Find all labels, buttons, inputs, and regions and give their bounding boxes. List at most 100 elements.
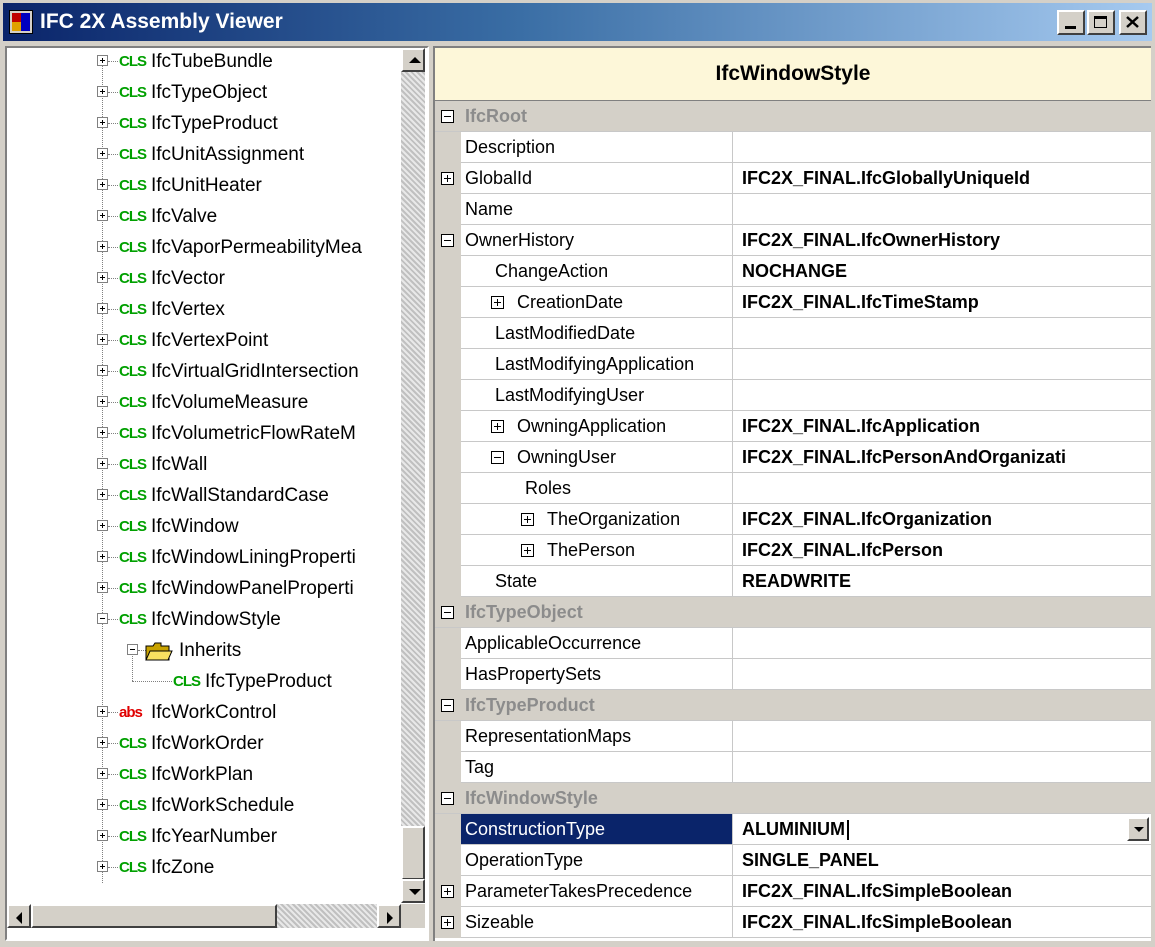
class-tree[interactable]: CLS IfcTubeBundle CLS IfcTypeObject CLS IfcTy… [5, 46, 429, 941]
scroll-thumb[interactable] [401, 826, 425, 880]
property-row[interactable]: OwningUser IFC2X_FINAL.IfcPersonAndOrgani… [435, 442, 1151, 473]
tree-item[interactable]: CLS IfcWorkPlan [7, 759, 401, 790]
tree-item[interactable]: CLS IfcZone [7, 852, 401, 883]
tree-item[interactable]: CLS IfcTypeObject [7, 77, 401, 108]
title-bar[interactable]: IFC 2X Assembly Viewer [3, 3, 1152, 41]
expand-icon[interactable] [97, 458, 108, 469]
property-row[interactable]: Name [435, 194, 1151, 225]
expand-icon[interactable] [97, 148, 108, 159]
tree-item[interactable]: CLS IfcValve [7, 201, 401, 232]
expand-icon[interactable] [97, 830, 108, 841]
expand-icon[interactable] [97, 861, 108, 872]
expand-icon[interactable] [97, 55, 108, 66]
dropdown-button[interactable] [1127, 817, 1149, 841]
property-row[interactable]: OperationType SINGLE_PANEL [435, 845, 1151, 876]
expand-icon[interactable] [97, 768, 108, 779]
property-category[interactable]: IfcTypeObject [435, 597, 1151, 628]
tree-item[interactable]: CLS IfcWindow [7, 511, 401, 542]
expand-icon[interactable] [97, 799, 108, 810]
property-row[interactable]: Tag [435, 752, 1151, 783]
collapse-icon[interactable] [441, 234, 454, 247]
property-row[interactable]: LastModifiedDate [435, 318, 1151, 349]
tree-item[interactable]: CLS IfcWorkSchedule [7, 790, 401, 821]
tree-item[interactable]: CLS IfcTubeBundle [7, 48, 401, 77]
tree-item[interactable]: CLS IfcYearNumber [7, 821, 401, 852]
expand-icon[interactable] [441, 885, 454, 898]
property-row[interactable]: Description [435, 132, 1151, 163]
expand-icon[interactable] [97, 117, 108, 128]
tree-item[interactable]: CLS IfcUnitAssignment [7, 139, 401, 170]
tree-item[interactable]: Inherits [7, 635, 401, 666]
tree-item[interactable]: CLS IfcTypeProduct [7, 654, 401, 697]
property-value[interactable]: ALUMINIUM [734, 814, 1151, 844]
collapse-icon[interactable] [441, 110, 454, 123]
tree-item[interactable]: CLS IfcTypeProduct [7, 108, 401, 139]
expand-icon[interactable] [97, 179, 108, 190]
collapse-icon[interactable] [441, 699, 454, 712]
expand-icon[interactable] [97, 303, 108, 314]
tree-item[interactable]: abs IfcWorkControl [7, 697, 401, 728]
collapse-icon[interactable] [441, 606, 454, 619]
tree-item[interactable]: CLS IfcWindowPanelProperti [7, 573, 401, 604]
expand-icon[interactable] [97, 737, 108, 748]
property-row[interactable]: TheOrganization IFC2X_FINAL.IfcOrganizati… [435, 504, 1151, 535]
expand-icon[interactable] [97, 365, 108, 376]
tree-item[interactable]: CLS IfcVertex [7, 294, 401, 325]
tree-horizontal-scrollbar[interactable] [7, 904, 401, 928]
expand-icon[interactable] [97, 551, 108, 562]
tree-item[interactable]: CLS IfcVirtualGridIntersection [7, 356, 401, 387]
expand-icon[interactable] [97, 706, 108, 717]
property-row[interactable]: CreationDate IFC2X_FINAL.IfcTimeStamp [435, 287, 1151, 318]
close-button[interactable] [1119, 10, 1147, 35]
property-row[interactable]: Sizeable IFC2X_FINAL.IfcSimpleBoolean [435, 907, 1151, 938]
collapse-icon[interactable] [491, 451, 504, 464]
property-row[interactable]: HasPropertySets [435, 659, 1151, 690]
expand-icon[interactable] [97, 520, 108, 531]
expand-icon[interactable] [441, 172, 454, 185]
minimize-button[interactable] [1057, 10, 1085, 35]
property-row[interactable]: Roles [435, 473, 1151, 504]
tree-item[interactable]: CLS IfcWindowStyle [7, 604, 401, 635]
expand-icon[interactable] [97, 396, 108, 407]
property-row[interactable]: RepresentationMaps [435, 721, 1151, 752]
tree-item[interactable]: CLS IfcVertexPoint [7, 325, 401, 356]
expand-icon[interactable] [97, 241, 108, 252]
tree-item[interactable]: CLS IfcVolumeMeasure [7, 387, 401, 418]
expand-icon[interactable] [521, 513, 534, 526]
expand-icon[interactable] [97, 582, 108, 593]
expand-icon[interactable] [491, 296, 504, 309]
property-row[interactable]: State READWRITE [435, 566, 1151, 597]
property-grid[interactable]: IfcWindowStyle IfcRoot Description GlobalI… [433, 46, 1151, 941]
tree-item[interactable]: CLS IfcWorkOrder [7, 728, 401, 759]
tree-item[interactable]: CLS IfcWindowLiningProperti [7, 542, 401, 573]
expand-icon[interactable] [97, 334, 108, 345]
tree-item[interactable]: CLS IfcVector [7, 263, 401, 294]
expand-icon[interactable] [521, 544, 534, 557]
property-category[interactable]: IfcWindowStyle [435, 783, 1151, 814]
maximize-button[interactable] [1087, 10, 1115, 35]
property-row[interactable]: GlobalId IFC2X_FINAL.IfcGloballyUniqueId [435, 163, 1151, 194]
expand-icon[interactable] [97, 427, 108, 438]
expand-icon[interactable] [97, 272, 108, 283]
scroll-left-button[interactable] [7, 904, 31, 928]
property-row[interactable]: LastModifyingApplication [435, 349, 1151, 380]
property-category[interactable]: IfcRoot [435, 101, 1151, 132]
tree-item[interactable]: CLS IfcUnitHeater [7, 170, 401, 201]
expand-icon[interactable] [97, 489, 108, 500]
hscroll-thumb[interactable] [31, 904, 277, 928]
scroll-down-button[interactable] [401, 879, 425, 903]
property-row[interactable]: OwnerHistory IFC2X_FINAL.IfcOwnerHistory [435, 225, 1151, 256]
property-row[interactable]: ApplicableOccurrence [435, 628, 1151, 659]
property-row[interactable]: ThePerson IFC2X_FINAL.IfcPerson [435, 535, 1151, 566]
tree-item[interactable]: CLS IfcVaporPermeabilityMea [7, 232, 401, 263]
tree-item[interactable]: CLS IfcWall [7, 449, 401, 480]
property-row[interactable]: ChangeAction NOCHANGE [435, 256, 1151, 287]
property-row[interactable]: ParameterTakesPrecedence IFC2X_FINAL.IfcS… [435, 876, 1151, 907]
tree-item[interactable]: CLS IfcVolumetricFlowRateM [7, 418, 401, 449]
collapse-icon[interactable] [441, 792, 454, 805]
expand-icon[interactable] [491, 420, 504, 433]
expand-icon[interactable] [97, 86, 108, 97]
property-row[interactable]: ConstructionType ALUMINIUM [435, 814, 1151, 845]
scroll-up-button[interactable] [401, 48, 425, 72]
expand-icon[interactable] [97, 210, 108, 221]
